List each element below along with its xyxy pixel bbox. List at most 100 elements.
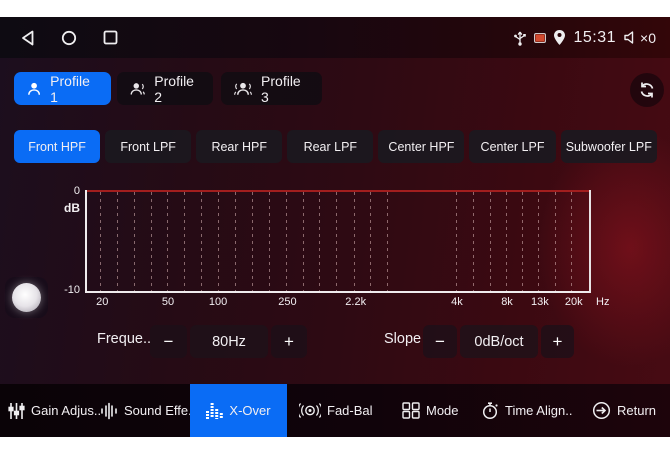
gridline: [235, 192, 236, 291]
nav-time-align-label: Time Align..: [505, 403, 572, 418]
nav-sound-effects[interactable]: Sound Effe..: [100, 384, 195, 437]
frequency-plus-button[interactable]: +: [271, 325, 307, 358]
x-tick-label: 50: [162, 296, 174, 308]
tab-front-lpf-label: Front LPF: [120, 140, 176, 154]
tab-profile-3[interactable]: Profile 3: [221, 72, 322, 105]
gridline: [571, 192, 572, 291]
gridline: [456, 192, 457, 291]
frequency-minus-button[interactable]: −: [150, 325, 187, 358]
tab-subwoofer-lpf[interactable]: Subwoofer LPF: [561, 130, 657, 163]
tab-front-lpf[interactable]: Front LPF: [105, 130, 191, 163]
frequency-label: Freque..: [97, 331, 151, 347]
android-nav-icons: [20, 17, 118, 58]
gridline: [184, 192, 185, 291]
x-tick-label: 2.2k: [345, 296, 366, 308]
gridline: [269, 192, 270, 291]
slope-plus-button[interactable]: +: [541, 325, 574, 358]
recents-icon[interactable]: [103, 30, 118, 45]
gridline: [252, 192, 253, 291]
gridline: [555, 192, 556, 291]
nav-fad-bal-label: Fad-Bal: [327, 403, 373, 418]
person-triple-icon: [233, 81, 253, 97]
x-tick-label: 8k: [501, 296, 513, 308]
adjust-knob[interactable]: [5, 277, 48, 318]
x-tick-label: 20k: [565, 296, 583, 308]
nav-sound-effects-label: Sound Effe..: [124, 403, 195, 418]
nav-fad-bal[interactable]: Fad-Bal: [299, 384, 373, 437]
y-tick-0: 0: [58, 185, 80, 197]
tab-rear-hpf-label: Rear HPF: [211, 140, 267, 154]
gridline: [100, 192, 101, 291]
x-tick-label: 4k: [451, 296, 463, 308]
mode-grid-squares-icon: [402, 402, 420, 419]
back-icon[interactable]: [20, 30, 35, 46]
speaker-icon: [623, 30, 639, 45]
gridline: [218, 192, 219, 291]
y-axis-unit-label: dB: [54, 201, 80, 215]
gridline: [201, 192, 202, 291]
status-right-cluster: 15:31 ×0: [513, 17, 656, 58]
slope-minus-button[interactable]: −: [423, 325, 457, 358]
equalizer-bars-icon: [206, 403, 223, 419]
home-icon[interactable]: [61, 30, 77, 46]
knob-ball-icon: [12, 283, 41, 312]
nav-mode[interactable]: Mode: [402, 384, 459, 437]
gridline: [370, 192, 371, 291]
nav-x-over[interactable]: X-Over: [190, 384, 287, 437]
y-tick-minus10: -10: [50, 284, 80, 296]
gridline: [303, 192, 304, 291]
bottom-nav-bar: Gain Adjus.. Sound Effe.. X-Over Fad-Ba: [0, 384, 670, 437]
tab-profile-3-label: Profile 3: [261, 73, 310, 105]
tab-front-hpf[interactable]: Front HPF: [14, 130, 100, 163]
nav-x-over-label: X-Over: [229, 403, 270, 418]
gridline: [473, 192, 474, 291]
location-pin-icon: [553, 29, 566, 46]
gridline: [506, 192, 507, 291]
tab-center-hpf[interactable]: Center HPF: [378, 130, 464, 163]
gridline: [387, 192, 388, 291]
gridline: [490, 192, 491, 291]
volume-level: ×0: [640, 30, 656, 46]
nav-time-align[interactable]: Time Align..: [481, 384, 572, 437]
tab-rear-lpf[interactable]: Rear LPF: [287, 130, 373, 163]
x-tick-label: 100: [209, 296, 227, 308]
nav-return-label: Return: [617, 403, 656, 418]
refresh-button[interactable]: [630, 73, 664, 107]
tab-center-lpf[interactable]: Center LPF: [469, 130, 555, 163]
fader-balance-speaker-icon: [299, 402, 321, 419]
return-arrow-circle-icon: [592, 401, 611, 420]
gridline: [286, 192, 287, 291]
stopwatch-icon: [481, 402, 499, 420]
slope-value: 0dB/oct: [460, 325, 538, 358]
gain-sliders-icon: [8, 402, 25, 420]
usb-icon: [513, 29, 527, 47]
tab-subwoofer-lpf-label: Subwoofer LPF: [566, 140, 652, 154]
tab-profile-1[interactable]: Profile 1: [14, 72, 111, 105]
volume-muted-indicator: ×0: [623, 30, 656, 46]
gridline: [538, 192, 539, 291]
sound-wave-bars-icon: [100, 402, 118, 420]
status-bar: 15:31 ×0: [0, 17, 670, 58]
person-double-icon: [129, 81, 146, 97]
x-axis-unit-label: Hz: [596, 296, 609, 308]
gridline: [336, 192, 337, 291]
tab-center-lpf-label: Center LPF: [481, 140, 545, 154]
response-curve-line: [87, 190, 589, 192]
x-tick-label: 13k: [531, 296, 549, 308]
plot-area[interactable]: [85, 190, 591, 293]
tab-center-hpf-label: Center HPF: [388, 140, 454, 154]
gridline: [151, 192, 152, 291]
frequency-value: 80Hz: [190, 325, 268, 358]
gridline: [354, 192, 355, 291]
tab-profile-2[interactable]: Profile 2: [117, 72, 213, 105]
tab-rear-lpf-label: Rear LPF: [304, 140, 358, 154]
nav-gain-adjust[interactable]: Gain Adjus..: [8, 384, 101, 437]
tab-profile-1-label: Profile 1: [50, 73, 99, 105]
nav-gain-adjust-label: Gain Adjus..: [31, 403, 101, 418]
nav-mode-label: Mode: [426, 403, 459, 418]
x-axis-ticks: 20501002502.2k4k8k13k20k: [85, 296, 591, 310]
gridline: [522, 192, 523, 291]
nav-return[interactable]: Return: [592, 384, 656, 437]
tab-rear-hpf[interactable]: Rear HPF: [196, 130, 282, 163]
x-tick-label: 20: [96, 296, 108, 308]
